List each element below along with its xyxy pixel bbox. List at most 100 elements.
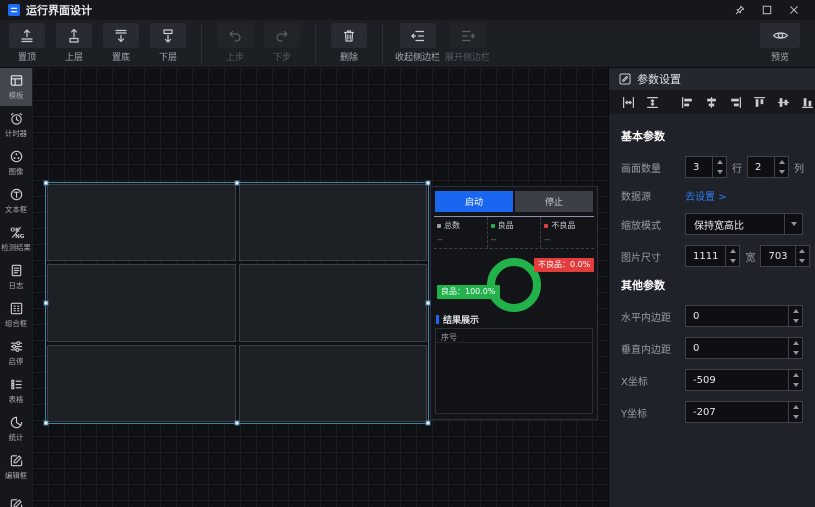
h-padding-spinner[interactable] xyxy=(788,306,802,326)
image-height-input[interactable]: 703 xyxy=(760,245,809,267)
scale-mode-row: 缩放模式 保持宽高比 xyxy=(621,213,803,235)
x-coordinate-input[interactable]: -509 xyxy=(685,369,803,391)
toolbar-button-label: 上层 xyxy=(65,50,83,63)
sidebar-item-template[interactable]: 模板 xyxy=(0,68,32,106)
cols-input[interactable]: 2 xyxy=(747,156,789,178)
expand-sidebar-icon xyxy=(460,28,476,44)
rows-unit: 行 xyxy=(732,160,742,175)
toolbar-button-label: 展开侧边栏 xyxy=(445,50,490,63)
scale-mode-value: 保持宽高比 xyxy=(686,217,784,232)
toolbar-separator xyxy=(382,24,383,64)
start-button[interactable]: 启动 xyxy=(435,191,513,212)
selection-handle-s[interactable] xyxy=(235,421,240,426)
redo-button[interactable]: 下步 xyxy=(261,23,303,63)
delete-button[interactable]: 删除 xyxy=(328,23,370,63)
table-list-icon xyxy=(9,377,24,392)
selection-handle-e[interactable] xyxy=(426,301,431,306)
toolbar-button-label: 收起侧边栏 xyxy=(395,50,440,63)
y-coordinate-spinner[interactable] xyxy=(788,402,802,422)
h-padding-value: 0 xyxy=(686,306,788,326)
align-left-icon[interactable] xyxy=(681,96,694,109)
sidebar-item-statistics[interactable]: 统计 xyxy=(0,410,32,448)
toolbar-button-label: 置底 xyxy=(112,50,130,63)
bring-to-front-button[interactable]: 置顶 xyxy=(6,23,48,63)
sidebar-item-combobox[interactable]: 组合框 xyxy=(0,296,32,334)
pin-icon[interactable] xyxy=(735,5,745,15)
scale-mode-select[interactable]: 保持宽高比 xyxy=(685,213,803,235)
redo-icon xyxy=(274,28,290,44)
h-space-icon[interactable] xyxy=(622,96,635,109)
result-table: 序号 xyxy=(435,328,593,414)
svg-text:NG: NG xyxy=(15,234,24,240)
sidebar-item-editbox[interactable]: 编辑框 xyxy=(0,448,32,486)
move-layer-up-button[interactable]: 上层 xyxy=(53,23,95,63)
selection-handle-sw[interactable] xyxy=(44,421,49,426)
align-middle-v-icon[interactable] xyxy=(777,96,790,109)
stat-bad: 不良品 -- xyxy=(540,217,594,248)
image-cell xyxy=(239,184,428,261)
sidebar-item-editbox-2[interactable] xyxy=(0,486,32,507)
sidebar-item-label: 组合框 xyxy=(5,318,27,328)
align-center-h-icon[interactable] xyxy=(705,96,718,109)
stat-label: 不良品 xyxy=(551,220,575,231)
undo-button[interactable]: 上步 xyxy=(214,23,256,63)
expand-sidebar-button[interactable]: 展开侧边栏 xyxy=(445,23,490,63)
image-width-input[interactable]: 1111 xyxy=(685,245,740,267)
runtime-panel-widget[interactable]: 启动 停止 总数 -- 良品 -- 不良品 -- 不良品：0.0% xyxy=(430,186,598,420)
result-section-title: 结果展示 xyxy=(443,313,479,326)
selection-handle-nw[interactable] xyxy=(44,181,49,186)
sidebar-item-label: 模板 xyxy=(9,90,24,100)
h-padding-input[interactable]: 0 xyxy=(685,305,803,327)
v-padding-spinner[interactable] xyxy=(788,338,802,358)
image-height-spinner[interactable] xyxy=(795,246,809,266)
selected-template-widget[interactable] xyxy=(45,182,429,424)
v-padding-input[interactable]: 0 xyxy=(685,337,803,359)
cols-spinner[interactable] xyxy=(774,157,788,177)
selection-handle-ne[interactable] xyxy=(426,181,431,186)
rows-spinner[interactable] xyxy=(712,157,726,177)
image-grid xyxy=(47,184,427,422)
stop-button[interactable]: 停止 xyxy=(515,191,593,212)
field-label: X坐标 xyxy=(621,373,685,388)
selection-handle-n[interactable] xyxy=(235,181,240,186)
toolbar-button-label: 删除 xyxy=(340,50,358,63)
field-label: 缩放模式 xyxy=(621,217,685,232)
align-bottom-icon[interactable] xyxy=(801,96,814,109)
y-coordinate-row: Y坐标 -207 xyxy=(621,401,803,423)
align-right-icon[interactable] xyxy=(729,96,742,109)
collapse-sidebar-button[interactable]: 收起侧边栏 xyxy=(395,23,440,63)
selection-handle-se[interactable] xyxy=(426,421,431,426)
align-top-icon[interactable] xyxy=(753,96,766,109)
stats-bar: 总数 -- 良品 -- 不良品 -- xyxy=(434,216,594,249)
preview-button[interactable]: 预览 xyxy=(759,23,801,63)
x-coordinate-spinner[interactable] xyxy=(788,370,802,390)
toolbar-button-label: 预览 xyxy=(771,50,789,63)
datasource-settings-link[interactable]: 去设置 > xyxy=(685,188,727,203)
sidebar-item-table[interactable]: 表格 xyxy=(0,372,32,410)
sidebar-item-textbox[interactable]: 文本框 xyxy=(0,182,32,220)
sidebar-item-result[interactable]: OKNG 检测结果 xyxy=(0,220,32,258)
controls-sidebar: 模板 计时器 图像 文本框 OKNG 检测结果 日志 组合框 启停 xyxy=(0,68,32,507)
y-coordinate-input[interactable]: -207 xyxy=(685,401,803,423)
selection-handle-w[interactable] xyxy=(44,301,49,306)
design-canvas[interactable]: 启动 停止 总数 -- 良品 -- 不良品 -- 不良品：0.0% xyxy=(32,68,608,507)
sidebar-item-log[interactable]: 日志 xyxy=(0,258,32,296)
sidebar-item-startstop[interactable]: 启停 xyxy=(0,334,32,372)
v-space-icon[interactable] xyxy=(646,96,659,109)
panel-title: 参数设置 xyxy=(637,71,681,87)
sidebar-item-image[interactable]: 图像 xyxy=(0,144,32,182)
sidebar-item-timer[interactable]: 计时器 xyxy=(0,106,32,144)
image-width-spinner[interactable] xyxy=(725,246,739,266)
rows-input[interactable]: 3 xyxy=(685,156,727,178)
y-coordinate-value: -207 xyxy=(686,402,788,422)
maximize-icon[interactable] xyxy=(762,5,772,15)
parameter-panel: 参数设置 基本参数 画面数量 3 行 2 xyxy=(608,68,815,507)
x-coordinate-value: -509 xyxy=(686,370,788,390)
move-layer-down-button[interactable]: 下层 xyxy=(147,23,189,63)
toolbar-button-label: 置顶 xyxy=(18,50,36,63)
bad-rate-badge: 不良品：0.0% xyxy=(534,258,594,272)
stat-label: 良品 xyxy=(498,220,514,231)
send-to-back-button[interactable]: 置底 xyxy=(100,23,142,63)
field-label: 水平内边距 xyxy=(621,309,685,324)
close-icon[interactable] xyxy=(789,5,799,15)
